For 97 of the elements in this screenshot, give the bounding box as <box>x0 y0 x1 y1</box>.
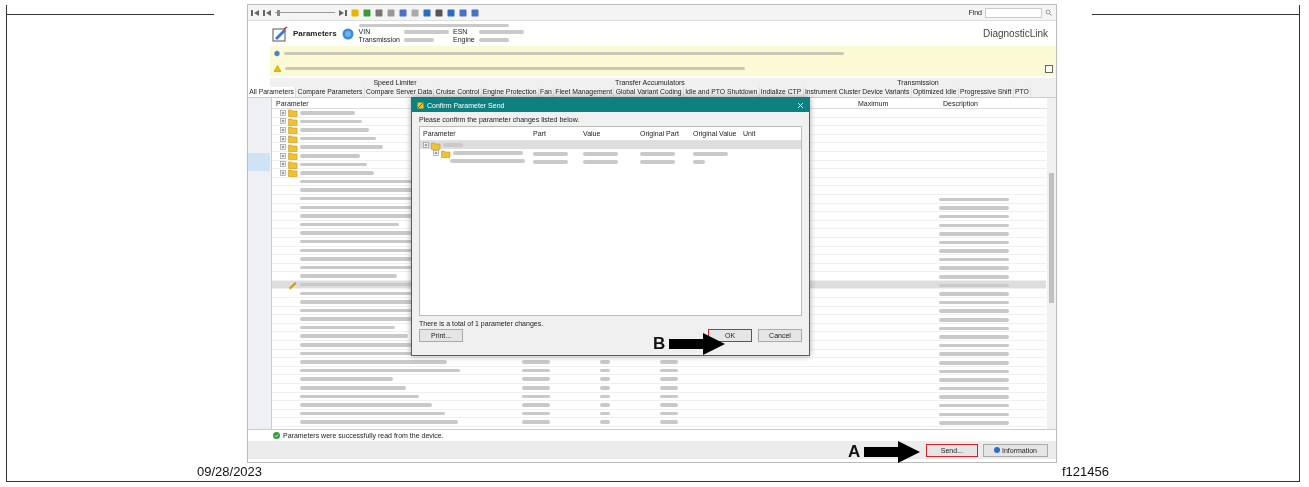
timeline-slider[interactable] <box>275 8 335 17</box>
blurred-text <box>300 128 369 132</box>
blurred-text <box>522 386 550 390</box>
blurred-text <box>522 394 550 399</box>
figure-date: 09/28/2023 <box>197 464 263 479</box>
blurred-text <box>583 160 618 164</box>
callout-letter: B <box>653 334 666 354</box>
blurred-text <box>939 343 1009 348</box>
media-last-icon[interactable] <box>339 8 347 17</box>
arrow-icon <box>669 333 726 355</box>
blurred-text <box>939 421 1009 425</box>
blurred-text <box>939 206 1009 210</box>
blurred-text <box>939 249 1009 253</box>
blurred-text <box>939 214 1009 219</box>
blurred-text <box>583 152 618 156</box>
blurred-text <box>939 318 1009 322</box>
blurred-text <box>533 160 568 164</box>
blurred-text <box>939 395 1009 399</box>
shield-icon <box>274 50 280 57</box>
blurred-text <box>693 160 705 164</box>
blurred-text <box>939 223 1009 227</box>
blurred-text <box>640 152 675 156</box>
page-title: Parameters <box>293 29 337 38</box>
blurred-text <box>939 386 1009 391</box>
blurred-text <box>939 197 1009 202</box>
info-icon <box>993 447 1000 453</box>
blurred-text <box>939 326 1009 331</box>
blurred-text <box>300 119 362 124</box>
blurred-text <box>640 160 675 164</box>
blurred-text <box>693 152 728 156</box>
blurred-text <box>939 283 1009 288</box>
blurred-text <box>660 386 678 390</box>
blurred-text <box>403 38 434 42</box>
blurred-text <box>522 420 550 424</box>
scrollbar[interactable] <box>1047 98 1056 429</box>
blurred-text <box>939 335 1009 339</box>
slider-thumb[interactable] <box>276 9 280 16</box>
expand-icon[interactable] <box>280 118 286 125</box>
rewind-icon[interactable] <box>263 8 271 17</box>
blurred-text <box>939 361 1009 365</box>
blurred-text <box>660 394 678 399</box>
expand-icon[interactable] <box>280 161 286 168</box>
blurred-text <box>660 377 678 381</box>
blurred-text <box>522 360 550 364</box>
blurred-text <box>939 300 1009 305</box>
figure-id: f121456 <box>1062 464 1109 479</box>
callout-letter: A <box>848 442 861 462</box>
blurred-text <box>939 369 1009 374</box>
media-first-icon[interactable] <box>251 8 259 17</box>
blurred-text <box>939 378 1009 382</box>
collapse-icon[interactable] <box>423 142 429 148</box>
blurred-text <box>300 154 360 158</box>
expand-icon[interactable] <box>280 127 286 133</box>
blurred-text <box>660 403 678 407</box>
close-icon[interactable] <box>797 101 804 109</box>
blurred-text <box>939 412 1009 417</box>
find-field[interactable] <box>985 7 1042 18</box>
expand-icon[interactable] <box>280 152 286 159</box>
blurred-text <box>660 368 678 373</box>
blurred-text <box>939 240 1009 245</box>
blurred-text <box>300 162 367 167</box>
edit-icon <box>417 101 424 109</box>
blurred-text <box>522 368 550 373</box>
expand-icon[interactable] <box>1045 65 1053 73</box>
blurred-text <box>939 292 1009 296</box>
expand-icon[interactable] <box>280 135 286 142</box>
blurred-text <box>522 411 550 416</box>
expand-icon[interactable] <box>280 109 286 116</box>
blurred-text <box>660 411 678 416</box>
blurred-text <box>522 377 550 381</box>
blurred-text <box>939 266 1009 270</box>
blurred-text <box>533 152 568 156</box>
warning-icon <box>274 65 281 72</box>
blurred-text <box>478 38 509 42</box>
blurred-text <box>939 309 1009 313</box>
check-icon <box>273 432 280 439</box>
blurred-text <box>478 30 524 34</box>
blurred-text <box>939 352 1009 356</box>
arrow-icon <box>864 441 921 463</box>
parameters-icon <box>272 25 288 42</box>
help-icon[interactable] <box>341 27 354 40</box>
app-logo: DiagnosticLink <box>982 28 1048 39</box>
collapse-icon[interactable] <box>433 150 439 156</box>
blurred-text <box>939 275 1009 279</box>
blurred-text <box>403 30 449 34</box>
blurred-text <box>453 151 523 155</box>
blurred-text <box>939 257 1009 262</box>
expand-icon[interactable] <box>280 169 286 176</box>
blurred-text <box>660 360 678 364</box>
pencil-icon <box>288 279 298 290</box>
expand-icon[interactable] <box>280 144 286 151</box>
blurred-text <box>939 232 1009 236</box>
search-icon[interactable] <box>1045 8 1053 17</box>
blurred-text <box>939 404 1009 408</box>
blurred-text <box>522 403 550 407</box>
blurred-text <box>660 420 678 424</box>
blurred-text <box>300 111 355 115</box>
